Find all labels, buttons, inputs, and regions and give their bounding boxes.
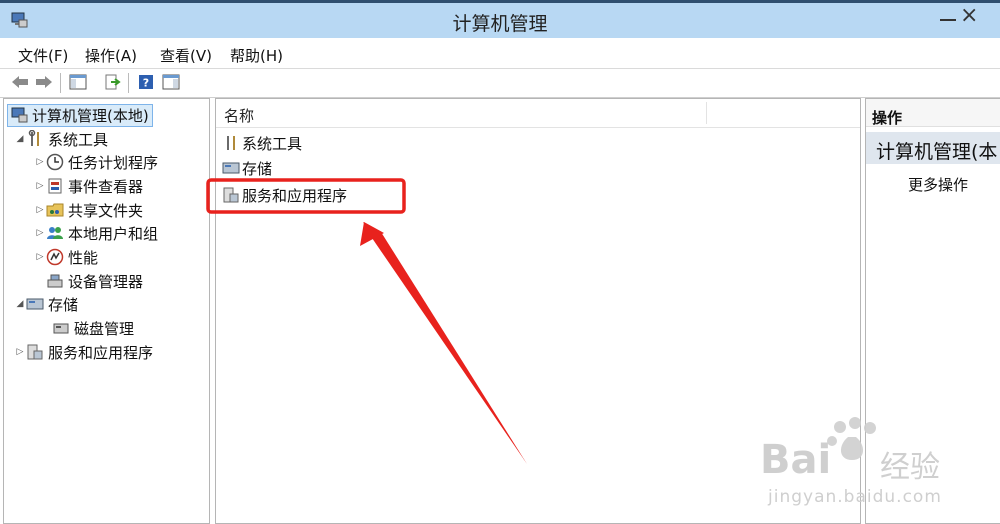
baidu-watermark: Bai 经验 jingyan.baidu.com <box>760 415 990 515</box>
highlight-box <box>206 178 406 214</box>
watermark-brand-cn: 经验 <box>880 450 940 485</box>
watermark-url: jingyan.baidu.com <box>768 487 942 507</box>
watermark-brand: Bai <box>760 437 832 483</box>
annotation-arrow <box>363 222 527 464</box>
